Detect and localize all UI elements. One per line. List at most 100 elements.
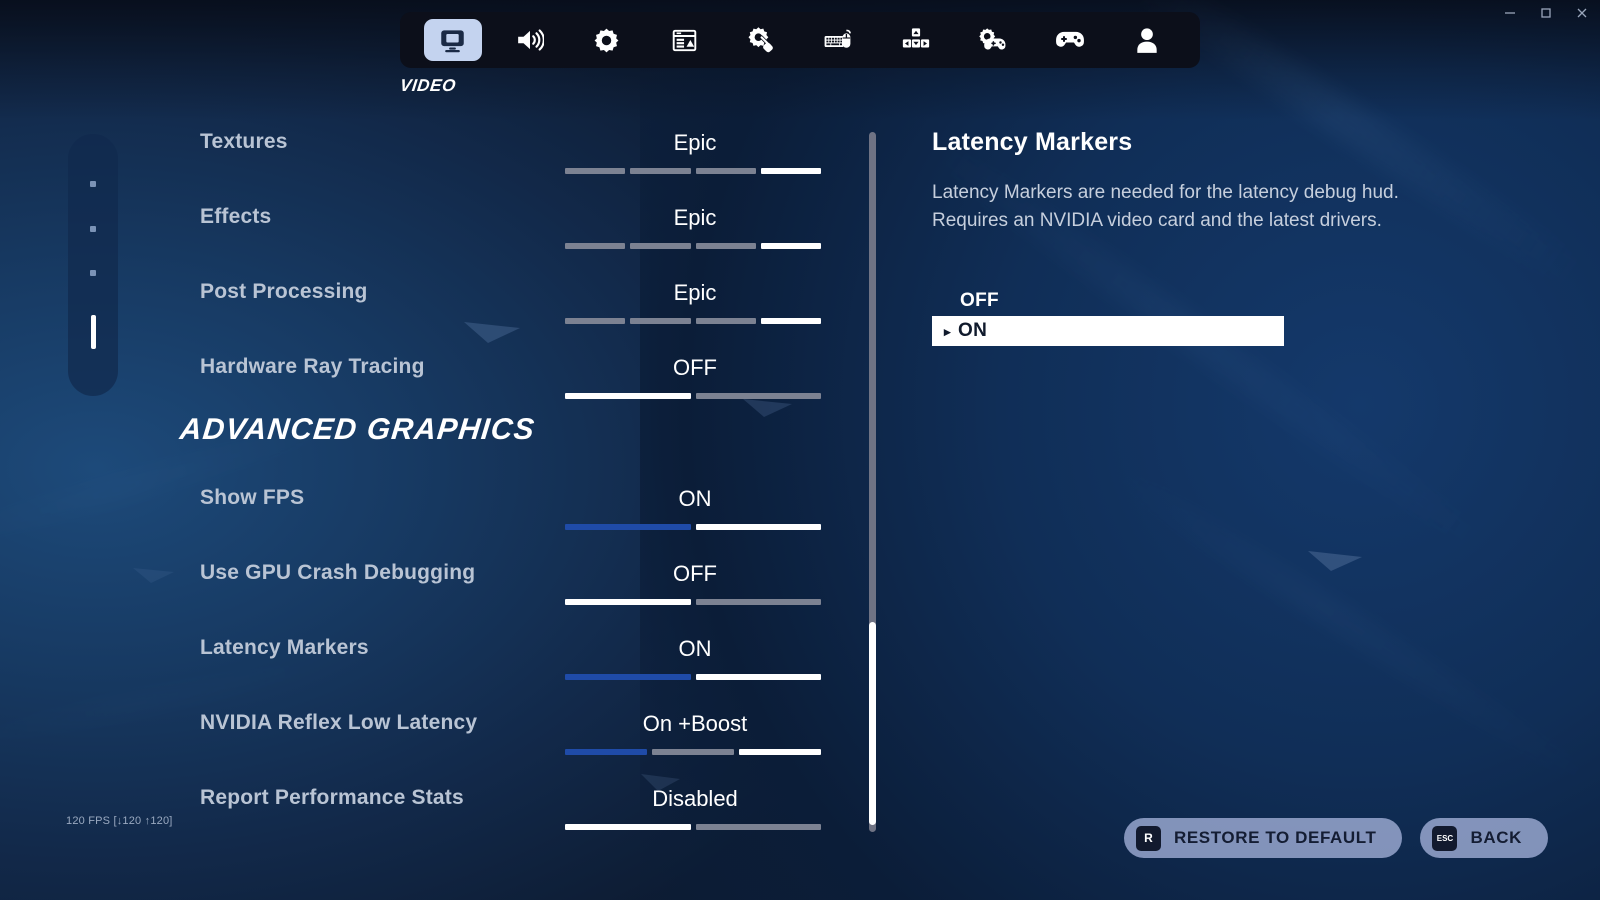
setting-label: Use GPU Crash Debugging [200, 561, 476, 584]
scrollbar-thumb[interactable] [869, 622, 876, 825]
detail-options-list: ▸ OFF ▸ ON [932, 286, 1492, 347]
setting-label: Report Performance Stats [200, 786, 464, 809]
option-on-selected[interactable]: ▸ ON [932, 316, 1284, 347]
slider-segment [695, 243, 756, 249]
setting-slider[interactable] [565, 749, 821, 755]
setting-slider[interactable] [565, 243, 821, 249]
setting-label: Show FPS [200, 486, 305, 509]
setting-slider[interactable] [565, 824, 821, 830]
tab-controller-options[interactable] [964, 19, 1022, 61]
page-indicator-dot[interactable] [90, 270, 96, 277]
slider-segment-filled [565, 749, 647, 755]
setting-value: Disabled [652, 786, 738, 811]
slider-segment [565, 318, 626, 324]
page-indicator-dot[interactable] [90, 225, 96, 232]
setting-row-nvidia-reflex-low-latency[interactable]: NVIDIA Reflex Low Latency On +Boost [180, 711, 860, 773]
settings-tab-bar [400, 12, 1200, 68]
page-indicator-dot[interactable] [90, 181, 96, 188]
slider-segment [695, 168, 756, 174]
setting-row-effects[interactable]: Effects Epic [180, 205, 860, 267]
option-label: ON [958, 320, 988, 342]
slider-segment-filled [565, 524, 691, 530]
minimize-icon[interactable] [1492, 0, 1528, 26]
restore-to-default-button[interactable]: R RESTORE TO DEFAULT [1123, 818, 1403, 858]
page-indicator[interactable] [68, 134, 118, 396]
setting-slider[interactable] [565, 393, 821, 399]
slider-segment-active [565, 393, 691, 399]
key-esc-icon: ESC [1432, 825, 1458, 851]
setting-row-hardware-ray-tracing[interactable]: Hardware Ray Tracing OFF [180, 355, 860, 417]
setting-label: Textures [200, 130, 288, 153]
slider-segment [630, 168, 691, 174]
option-label: OFF [960, 290, 999, 312]
setting-label: Hardware Ray Tracing [200, 355, 425, 378]
setting-label: Effects [200, 205, 272, 228]
setting-value: OFF [673, 355, 717, 380]
setting-slider[interactable] [565, 599, 821, 605]
setting-value: Epic [673, 280, 717, 305]
setting-value: Epic [673, 130, 717, 155]
tab-accessibility[interactable] [732, 19, 790, 61]
tab-keyboard-controls[interactable] [810, 19, 868, 61]
setting-detail-panel: Latency Markers Latency Markers are need… [932, 128, 1492, 347]
tab-hud[interactable] [655, 19, 713, 61]
slider-segment-active [565, 599, 691, 605]
setting-row-show-fps[interactable]: Show FPS ON [180, 486, 860, 548]
slider-segment [695, 599, 821, 605]
setting-row-use-gpu-crash-debugging[interactable]: Use GPU Crash Debugging OFF [180, 561, 860, 623]
setting-value: Epic [673, 205, 717, 230]
setting-label: Latency Markers [200, 636, 369, 659]
slider-segment-active [739, 749, 821, 755]
setting-slider[interactable] [565, 524, 821, 530]
detail-title: Latency Markers [932, 128, 1133, 156]
slider-segment-active [760, 318, 821, 324]
key-r-icon: R [1135, 825, 1161, 851]
restore-to-default-label: RESTORE TO DEFAULT [1173, 828, 1377, 847]
setting-value: ON [678, 636, 712, 661]
tab-game[interactable] [578, 19, 636, 61]
option-off[interactable]: ▸ OFF [932, 286, 1492, 316]
setting-slider[interactable] [565, 318, 821, 324]
maximize-icon[interactable] [1528, 0, 1564, 26]
tab-controller[interactable] [1041, 19, 1099, 61]
caret-right-icon: ▸ [944, 323, 951, 339]
slider-segment [695, 824, 821, 830]
window-controls [1492, 0, 1600, 26]
decorative-shard [1306, 548, 1364, 572]
section-heading-advanced-graphics: ADVANCED GRAPHICS [178, 413, 537, 446]
tab-audio[interactable] [501, 19, 559, 61]
back-label: BACK [1470, 828, 1522, 847]
slider-segment-active [695, 674, 821, 680]
slider-segment-active [695, 524, 821, 530]
setting-value: OFF [673, 561, 717, 586]
page-indicator-dot-active[interactable] [90, 314, 96, 349]
setting-value: ON [678, 486, 712, 511]
settings-scrollbar[interactable] [869, 132, 876, 832]
slider-segment [565, 168, 626, 174]
slider-segment [695, 318, 756, 324]
fps-counter: 120 FPS [↓120 ↑120] [66, 815, 173, 827]
setting-value: On +Boost [642, 711, 748, 736]
back-button[interactable]: ESC BACK [1420, 818, 1548, 858]
setting-slider[interactable] [565, 168, 821, 174]
setting-row-post-processing[interactable]: Post Processing Epic [180, 280, 860, 342]
setting-slider[interactable] [565, 674, 821, 680]
slider-segment-filled [565, 674, 691, 680]
slider-segment [652, 749, 734, 755]
slider-segment-active [760, 168, 821, 174]
setting-row-report-performance-stats[interactable]: Report Performance Stats Disabled [180, 786, 860, 848]
setting-row-textures[interactable]: Textures Epic [180, 130, 860, 192]
setting-row-latency-markers[interactable]: Latency Markers ON [180, 636, 860, 698]
tab-account[interactable] [1118, 19, 1176, 61]
action-bar: R RESTORE TO DEFAULT ESC BACK [1123, 818, 1548, 858]
decorative-shard [132, 566, 176, 584]
slider-segment-active [565, 824, 691, 830]
setting-label: Post Processing [200, 280, 368, 303]
tab-movement[interactable] [887, 19, 945, 61]
slider-segment [630, 243, 691, 249]
slider-segment [695, 393, 821, 399]
tab-video[interactable] [423, 19, 482, 61]
close-icon[interactable] [1564, 0, 1600, 26]
setting-label: NVIDIA Reflex Low Latency [200, 711, 478, 734]
slider-segment [630, 318, 691, 324]
